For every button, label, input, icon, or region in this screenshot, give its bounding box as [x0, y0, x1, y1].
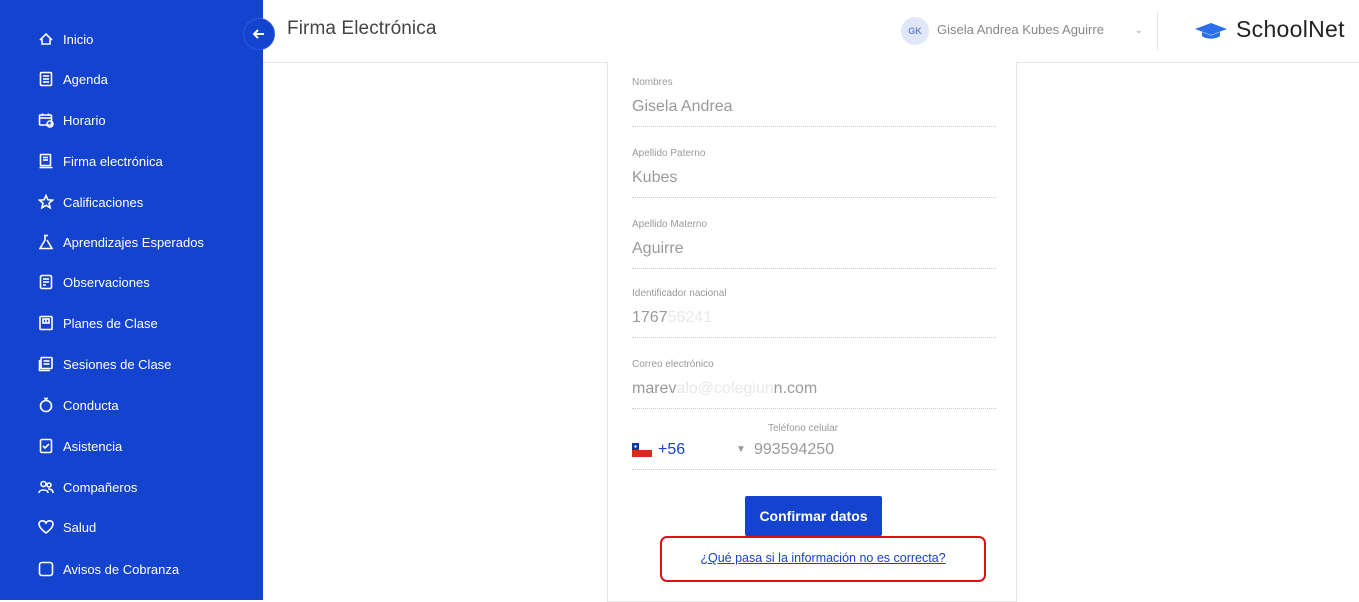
- phone-number-input[interactable]: 993594250: [754, 441, 834, 459]
- identificador-nacional-field[interactable]: Identificador nacional 176756241: [632, 288, 996, 348]
- sidebar-item-aprendizajes-esperados[interactable]: Aprendizajes Esperados: [0, 222, 263, 262]
- signature-document-icon: [38, 153, 54, 169]
- field-value: Aguirre: [632, 240, 684, 257]
- calendar-clock-icon: [38, 112, 54, 128]
- sidebar-item-label: Firma electrónica: [63, 153, 163, 169]
- sidebar-item-label: Planes de Clase: [63, 315, 158, 331]
- sidebar-item-sesiones-de-clase[interactable]: Sesiones de Clase: [0, 344, 263, 384]
- field-value-redacted: 56241: [667, 309, 713, 326]
- sidebar-item-firma-electronica[interactable]: Firma electrónica: [0, 141, 263, 181]
- plan-icon: [38, 315, 54, 331]
- field-underline: [632, 268, 996, 269]
- star-icon: [38, 194, 54, 210]
- confirm-data-button[interactable]: Confirmar datos: [745, 496, 882, 536]
- square-icon: [38, 561, 54, 577]
- field-value: Kubes: [632, 169, 678, 186]
- sidebar-item-planes-de-clase[interactable]: Planes de Clase: [0, 303, 263, 343]
- field-label: Correo electrónico: [632, 359, 714, 370]
- chevron-down-icon[interactable]: ▼: [736, 444, 746, 455]
- sidebar: Inicio Agenda Horario Firma electrónica …: [0, 0, 263, 600]
- field-underline: [632, 126, 996, 127]
- field-underline: [632, 337, 996, 338]
- chile-flag-icon: [632, 443, 652, 457]
- sidebar-item-salud[interactable]: Salud: [0, 507, 263, 547]
- sidebar-item-asistencia[interactable]: Asistencia: [0, 426, 263, 466]
- field-value: 176756241: [632, 309, 712, 327]
- field-label: Nombres: [632, 77, 673, 88]
- agenda-icon: [38, 71, 54, 87]
- nombres-field[interactable]: Nombres Gisela Andrea: [632, 77, 996, 137]
- telefono-celular-field: +56 ▼ Teléfono celular 993594250: [632, 420, 996, 480]
- top-header: Firma Electrónica GK Gisela Andrea Kubes…: [263, 0, 1359, 63]
- sidebar-item-label: Calificaciones: [63, 194, 144, 210]
- sidebar-item-label: Sesiones de Clase: [63, 356, 172, 372]
- field-underline: [632, 197, 996, 198]
- apellido-materno-field[interactable]: Apellido Materno Aguirre: [632, 219, 996, 279]
- sidebar-item-label: Inicio: [63, 31, 94, 47]
- field-value-visible: 1767: [632, 309, 668, 326]
- country-code-select[interactable]: +56: [658, 441, 685, 459]
- sidebar-item-label: Compañeros: [63, 479, 138, 495]
- field-value-redacted: alo@colegiun: [676, 380, 774, 397]
- avatar[interactable]: GK: [901, 17, 929, 45]
- note-icon: [38, 274, 54, 290]
- field-value: marevalo@colegiunn.com: [632, 380, 817, 398]
- header-divider: [1157, 12, 1158, 50]
- highlight-box: ¿Qué pasa si la información no es correc…: [660, 536, 986, 582]
- field-value: Gisela Andrea: [632, 98, 733, 115]
- sidebar-item-agenda[interactable]: Agenda: [0, 59, 263, 99]
- sidebar-item-companeros[interactable]: Compañeros: [0, 467, 263, 507]
- graduation-cap-icon: [1195, 23, 1227, 39]
- field-label: Teléfono celular: [768, 423, 839, 434]
- arrow-left-icon: [252, 29, 264, 39]
- sidebar-item-horario[interactable]: Horario: [0, 100, 263, 140]
- field-value-visible: n.com: [773, 380, 818, 397]
- sidebar-item-label: Horario: [63, 112, 106, 128]
- sidebar-item-label: Asistencia: [63, 438, 123, 454]
- sidebar-item-label: Observaciones: [63, 274, 150, 290]
- sessions-icon: [38, 356, 54, 372]
- field-label: Apellido Materno: [632, 219, 708, 230]
- page-title: Firma Electrónica: [287, 18, 437, 39]
- field-underline: [632, 408, 996, 409]
- home-icon: [38, 31, 54, 47]
- correo-electronico-field[interactable]: Correo electrónico marevalo@colegiunn.co…: [632, 359, 996, 419]
- chevron-down-icon[interactable]: ⌄: [1135, 25, 1143, 36]
- sidebar-item-label: Aprendizajes Esperados: [63, 234, 204, 250]
- heart-icon: [38, 519, 54, 535]
- user-menu[interactable]: Gisela Andrea Kubes Aguirre: [937, 22, 1104, 37]
- incorrect-info-help-link[interactable]: ¿Qué pasa si la información no es correc…: [662, 551, 984, 565]
- attendance-icon: [38, 438, 54, 454]
- stopwatch-icon: [38, 397, 54, 413]
- personal-data-card: Nombres Gisela Andrea Apellido Paterno K…: [607, 62, 1017, 602]
- sidebar-item-label: Avisos de Cobranza: [63, 561, 180, 577]
- sidebar-item-observaciones[interactable]: Observaciones: [0, 262, 263, 302]
- people-icon: [38, 479, 54, 495]
- sidebar-item-label: Agenda: [63, 71, 108, 87]
- field-value-visible: marev: [632, 380, 677, 397]
- field-underline: [632, 469, 996, 470]
- field-label: Apellido Paterno: [632, 148, 706, 159]
- sidebar-item-avisos-de-cobranza[interactable]: Avisos de Cobranza: [0, 549, 263, 589]
- sidebar-item-inicio[interactable]: Inicio: [0, 19, 263, 59]
- sidebar-item-label: Salud: [63, 519, 97, 535]
- sidebar-item-conducta[interactable]: Conducta: [0, 385, 263, 425]
- collapse-sidebar-button[interactable]: [243, 18, 275, 50]
- sidebar-item-calificaciones[interactable]: Calificaciones: [0, 182, 263, 222]
- field-label: Identificador nacional: [632, 288, 727, 299]
- flask-icon: [38, 234, 54, 250]
- sidebar-item-label: Conducta: [63, 397, 119, 413]
- apellido-paterno-field[interactable]: Apellido Paterno Kubes: [632, 148, 996, 208]
- brand-logo-text: SchoolNet: [1236, 16, 1345, 42]
